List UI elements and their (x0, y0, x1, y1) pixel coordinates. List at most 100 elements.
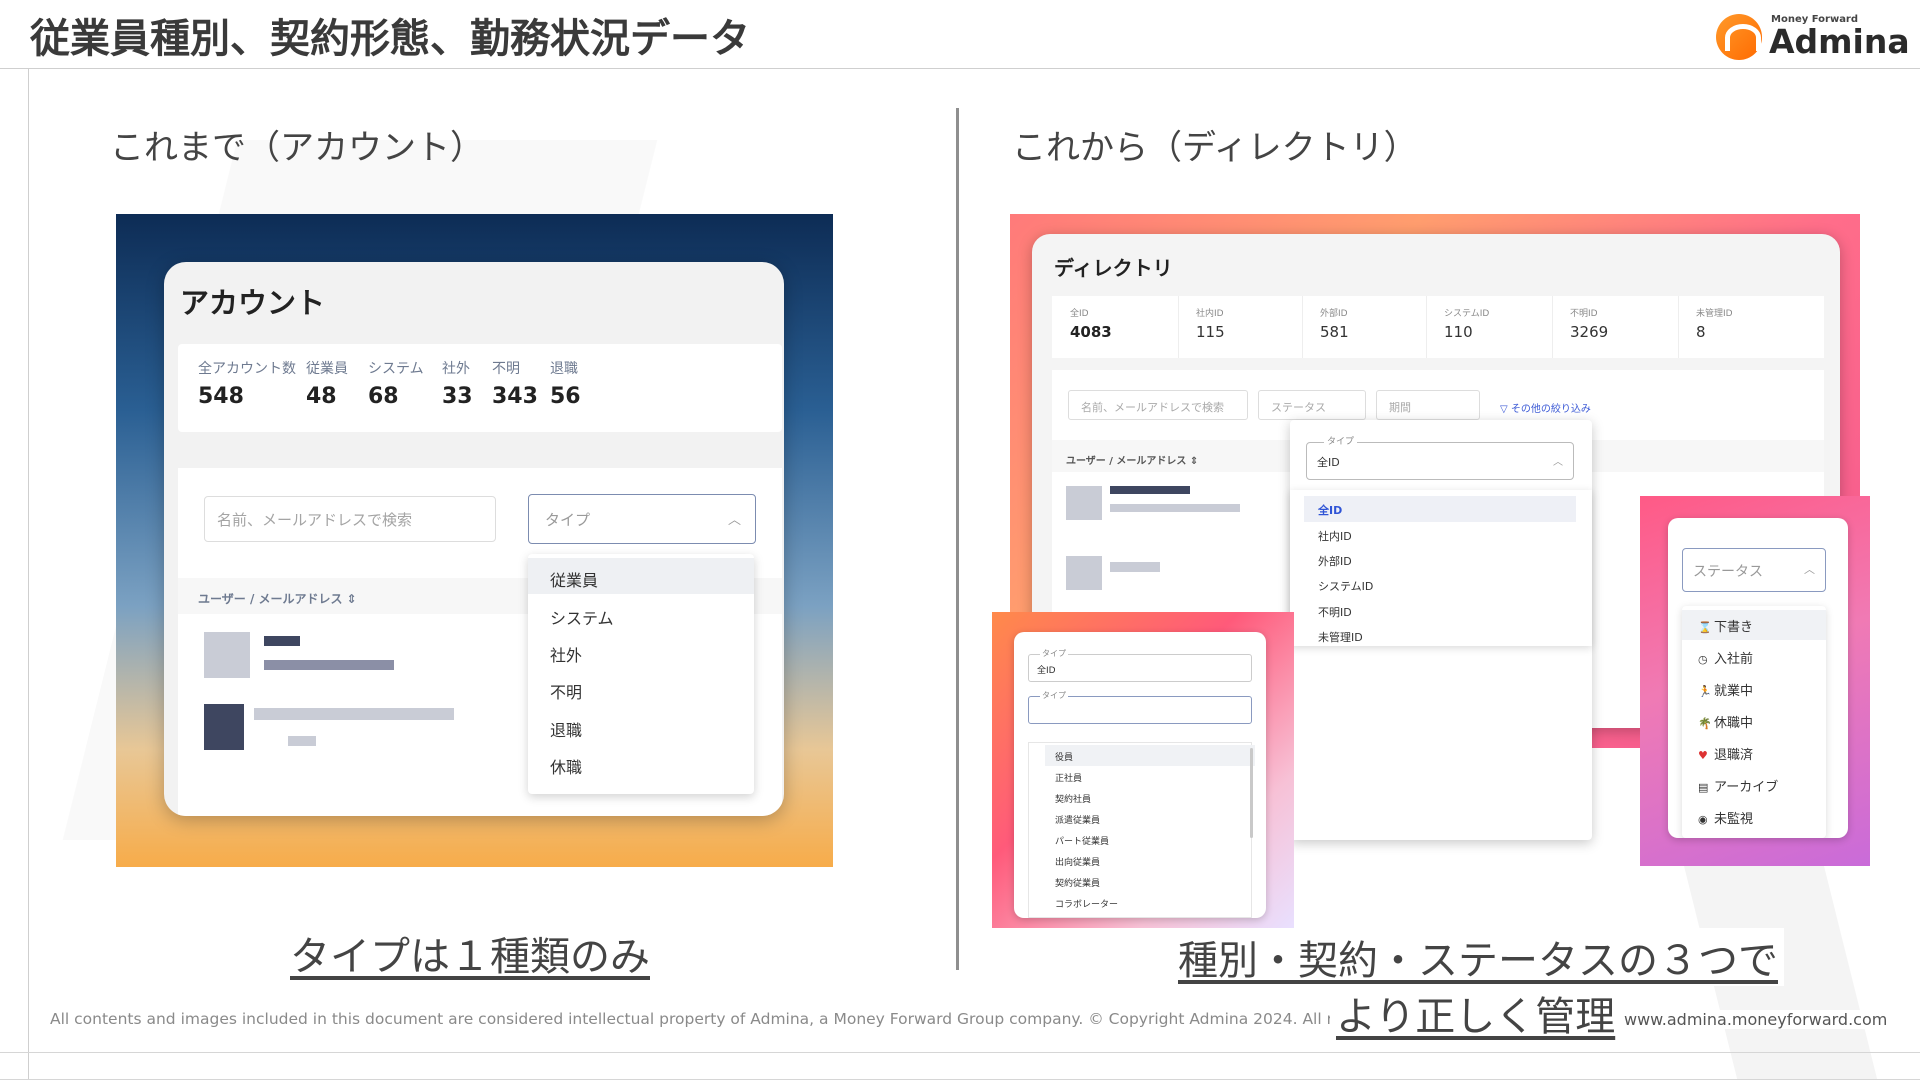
heart-icon: ♥ (1698, 749, 1708, 762)
chevron-up-icon: ︿ (727, 513, 741, 528)
column-header-user[interactable]: ユーザー / メールアドレス ⇕ (1066, 452, 1198, 467)
footer-copyright: All contents and images included in this… (50, 1010, 1383, 1028)
type-option[interactable]: 全ID (1304, 496, 1576, 522)
avatar (204, 632, 250, 678)
search-input[interactable]: 名前、メールアドレスで検索 (1068, 390, 1248, 420)
column-header-user[interactable]: ユーザー / メールアドレス ⇕ (198, 590, 357, 607)
stat-employee[interactable]: 従業員 48 (306, 358, 348, 409)
stat-unmanaged-id[interactable]: 未管理ID 8 (1696, 306, 1733, 341)
type-option[interactable]: 退職 (528, 708, 754, 744)
type-filter-popup: 全ID ︿ タイプ 全ID 社内ID 外部ID システムID 不明ID 未管理ID (1290, 420, 1592, 840)
clock-icon: ◷ (1698, 653, 1708, 666)
type-option[interactable]: システムID (1304, 572, 1576, 598)
employment-option[interactable]: 契約従業員 (1045, 871, 1255, 892)
stat-internal-id[interactable]: 社内ID 115 (1196, 306, 1225, 341)
filter-icon: ▽ (1500, 404, 1511, 415)
footer-url: www.admina.moneyforward.com (1624, 1010, 1888, 1029)
employment-option[interactable]: パート従業員 (1045, 829, 1255, 850)
stat-external-id[interactable]: 外部ID 581 (1320, 306, 1349, 341)
status-option[interactable]: 🌴 休職中 (1682, 706, 1826, 736)
redacted-text (1110, 486, 1190, 494)
status-option[interactable]: ⌛ 下書き (1682, 610, 1826, 640)
more-filters-link[interactable]: ▽ その他の絞り込み (1500, 400, 1591, 415)
left-caption: タイプは１種類のみ (290, 934, 650, 980)
stat-total[interactable]: 全アカウント数 548 (198, 358, 296, 409)
left-divider (28, 68, 29, 1080)
money-forward-logo-icon (1716, 14, 1762, 60)
avatar (1066, 486, 1102, 520)
avatar (1066, 556, 1102, 590)
status-option[interactable]: ▤ アーカイブ (1682, 770, 1826, 800)
account-panel: アカウント 全アカウント数 548 従業員 48 システム 68 社外 33 不明 343… (164, 262, 784, 816)
stat-system-id[interactable]: システムID 110 (1444, 306, 1489, 341)
status-option[interactable]: ♥ 退職済 (1682, 738, 1826, 768)
redacted-text (288, 736, 316, 746)
stat-unknown-id[interactable]: 不明ID 3269 (1570, 306, 1608, 341)
status-screenshot: ステータス ︿ ⌛ 下書き ◷ 入社前 🏃 就業中 🌴 休職中 ♥ 退職済 ▤ アーカイブ ◉… (1640, 496, 1870, 866)
right-caption-line2: より正しく管理 (1330, 984, 1622, 1042)
period-select[interactable]: 期間 (1376, 390, 1480, 420)
type-label: タイプ (1040, 690, 1068, 701)
directory-stats: 全ID 4083 社内ID 115 外部ID 581 システムID 110 不明ID 32… (1052, 296, 1824, 358)
employment-option[interactable]: 派遣従業員 (1045, 808, 1255, 829)
status-option[interactable]: 🏃 就業中 (1682, 674, 1826, 704)
type-select[interactable]: 全ID ︿ (1306, 442, 1574, 480)
type-option[interactable]: 外部ID (1304, 547, 1576, 573)
employment-option[interactable]: 出向従業員 (1045, 850, 1255, 871)
right-caption-line1: 種別・契約・ステータスの３つで (1172, 928, 1784, 986)
type-label: タイプ (1040, 648, 1068, 659)
directory-title: ディレクトリ (1054, 256, 1173, 280)
archive-icon: ▤ (1698, 781, 1709, 794)
footer-divider (0, 1052, 1920, 1053)
chevron-up-icon: ︿ (1553, 457, 1563, 468)
employment-option[interactable]: 正社員 (1045, 766, 1255, 787)
stat-external[interactable]: 社外 33 (442, 358, 473, 409)
status-select[interactable]: ステータス ︿ (1682, 548, 1826, 592)
account-title: アカウント (180, 286, 326, 320)
redacted-text (254, 708, 454, 720)
redacted-text (1110, 562, 1160, 572)
employment-type-screenshot: 全ID タイプ タイプ 役員 正社員 契約社員 派遣従業員 パート従業員 出向従… (992, 612, 1294, 928)
type-option[interactable]: 未管理ID (1304, 623, 1576, 649)
type-option[interactable]: 従業員 (528, 558, 754, 594)
stat-all-id[interactable]: 全ID 4083 (1070, 306, 1112, 341)
left-heading: これまで（アカウント） (110, 128, 484, 168)
status-option[interactable]: ◉ 未監視 (1682, 802, 1826, 832)
redacted-text (1110, 504, 1240, 512)
type-select-label: タイプ (545, 511, 591, 529)
account-stats: 全アカウント数 548 従業員 48 システム 68 社外 33 不明 343 退職 56 (178, 344, 782, 432)
status-select[interactable]: ステータス (1258, 390, 1366, 420)
redacted-text (264, 660, 394, 670)
type-label: タイプ (1324, 434, 1358, 447)
palm-tree-icon: 🌴 (1698, 717, 1712, 730)
stat-system[interactable]: システム 68 (368, 358, 424, 409)
hourglass-icon: ⌛ (1698, 621, 1712, 634)
type-option[interactable]: システム (528, 596, 754, 632)
type-option[interactable]: 社外 (528, 633, 754, 669)
logo-wordmark: Admina (1769, 22, 1910, 61)
chevron-up-icon: ︿ (1804, 563, 1815, 576)
avatar (204, 704, 244, 750)
stat-retired[interactable]: 退職 56 (550, 358, 581, 409)
stat-unknown[interactable]: 不明 343 (492, 358, 538, 409)
admina-logo: Money Forward Admina (1716, 10, 1910, 61)
scrollbar[interactable] (1250, 748, 1253, 838)
employment-option[interactable]: 契約社員 (1045, 787, 1255, 808)
type-option[interactable]: 不明ID (1304, 598, 1576, 624)
type-option[interactable]: 社内ID (1304, 522, 1576, 548)
type-option[interactable]: 休職 (528, 745, 754, 781)
employment-option[interactable]: 役員 (1045, 745, 1255, 766)
center-divider (956, 108, 959, 970)
runner-icon: 🏃 (1698, 685, 1712, 698)
employment-option[interactable]: コラボレーター (1045, 892, 1255, 913)
search-input[interactable]: 名前、メールアドレスで検索 (204, 496, 496, 542)
type-dropdown: 全ID 社内ID 外部ID システムID 不明ID 未管理ID (1290, 490, 1592, 646)
type-option[interactable]: 不明 (528, 670, 754, 706)
type-select[interactable]: タイプ ︿ (528, 494, 756, 544)
redacted-text (264, 636, 300, 646)
status-option[interactable]: ◷ 入社前 (1682, 642, 1826, 672)
employment-dropdown: 役員 正社員 契約社員 派遣従業員 パート従業員 出向従業員 契約従業員 コラボ… (1028, 742, 1255, 918)
monkey-icon: ◉ (1698, 813, 1708, 826)
employment-type-panel: 全ID タイプ タイプ 役員 正社員 契約社員 派遣従業員 パート従業員 出向従… (1014, 632, 1266, 918)
slide-title: 従業員種別、契約形態、勤務状況データ (30, 16, 750, 62)
